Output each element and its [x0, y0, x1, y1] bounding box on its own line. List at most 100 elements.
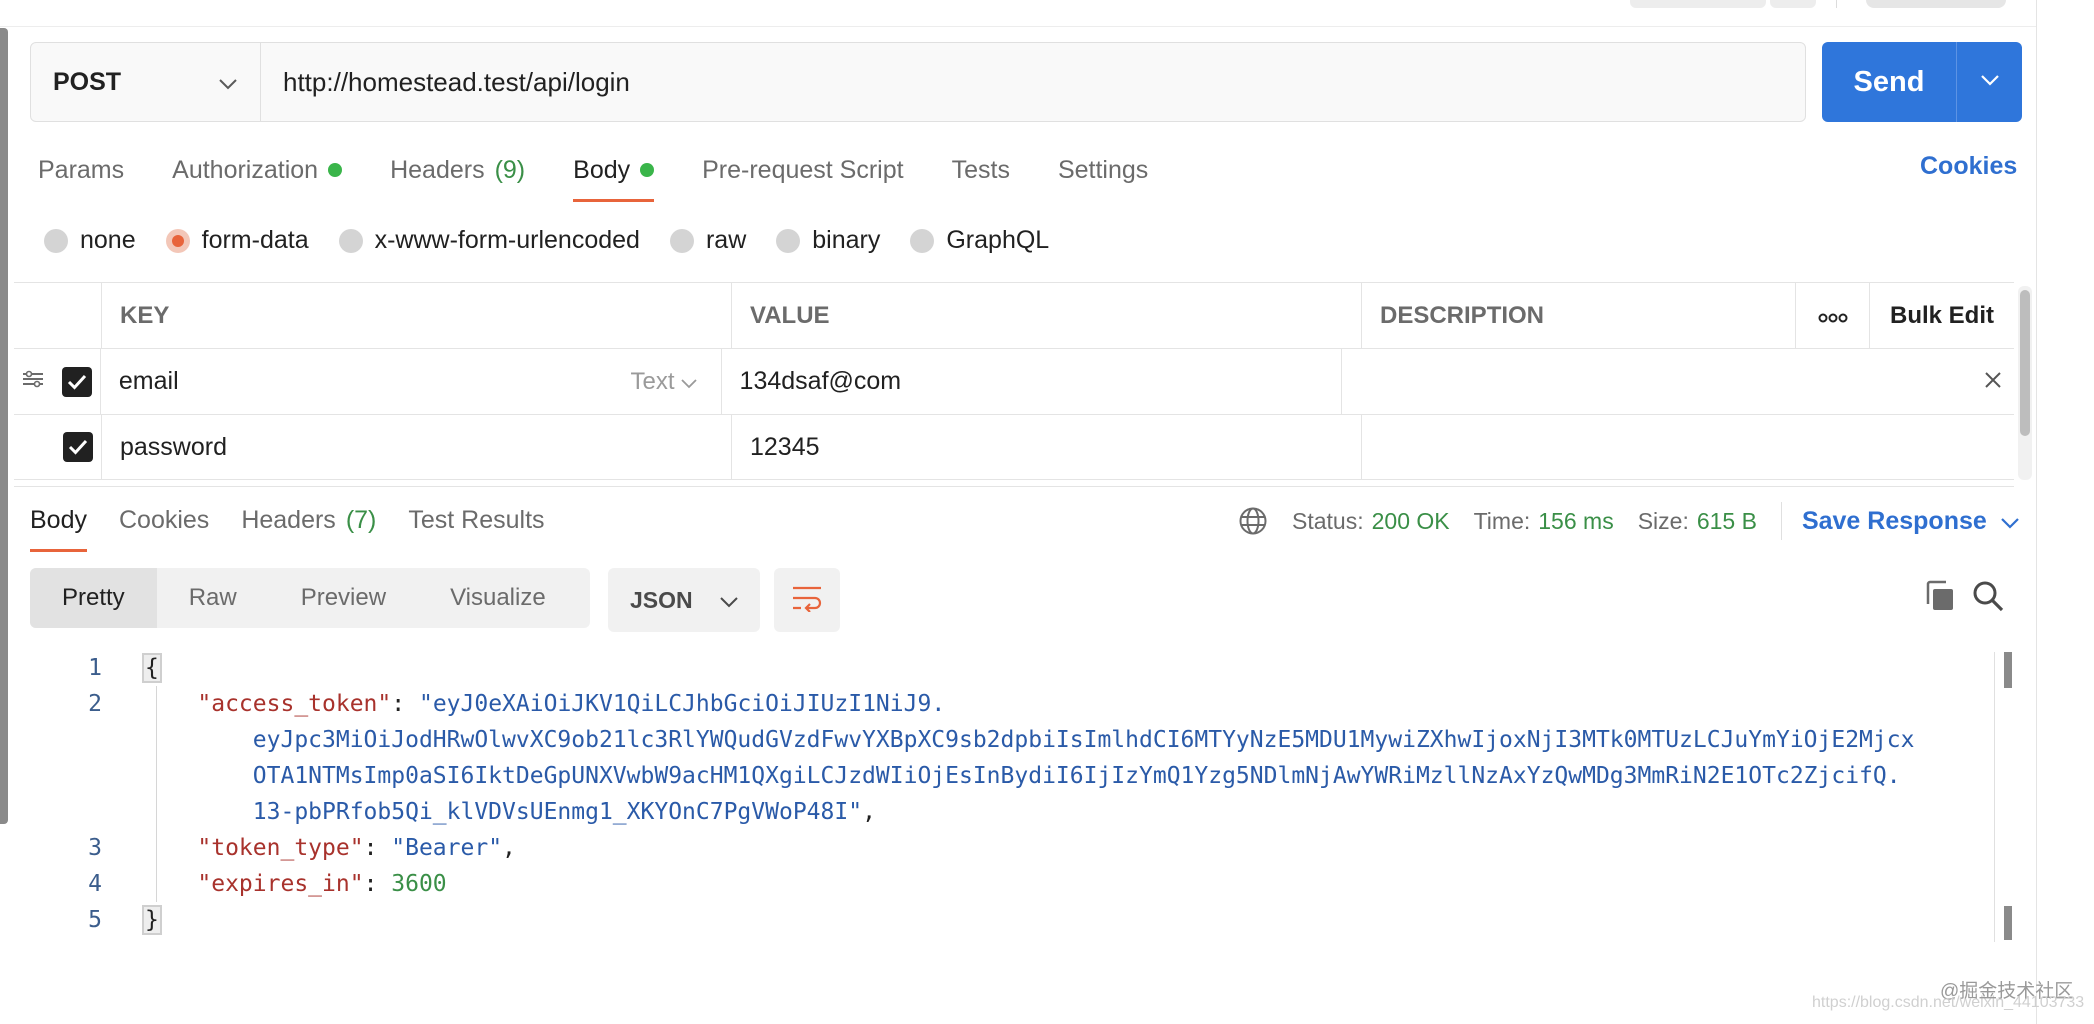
radio-icon — [44, 228, 68, 253]
view-mode-visualize[interactable]: Visualize — [418, 568, 578, 628]
json-string: 13-pbPRfob5Qi_klVDVsUEnmg1_XKYOnC7PgVWoP… — [252, 799, 863, 825]
table-row: email Text 134dsaf@com — [14, 349, 2014, 415]
request-url-bar: POST http://homestead.test/api/login — [30, 42, 1806, 122]
view-mode-raw[interactable]: Raw — [157, 568, 269, 628]
key-cell[interactable]: email Text — [101, 349, 722, 414]
view-mode-preview[interactable]: Preview — [269, 568, 418, 628]
option-label: GraphQL — [946, 226, 1050, 254]
toolbar-button-remnant[interactable] — [1630, 0, 1766, 8]
code-lines: { "access_token": "eyJ0eXAiOiJKV1QiLCJhb… — [142, 650, 2002, 938]
status-dot — [328, 163, 343, 177]
globe-icon[interactable] — [1238, 506, 1268, 536]
table-scrollbar[interactable] — [2020, 290, 2030, 436]
body-type-binary[interactable]: binary — [776, 226, 880, 255]
tab-label: Body — [573, 155, 631, 184]
tab-authorization[interactable]: Authorization — [172, 150, 343, 190]
close-icon — [1984, 367, 2002, 396]
delete-row-button[interactable] — [1984, 349, 2014, 414]
code-line: "token_type": "Bearer", — [197, 835, 516, 861]
radio-icon — [910, 228, 935, 253]
column-header-value: VALUE — [732, 283, 1362, 348]
view-mode-pretty[interactable]: Pretty — [30, 568, 157, 628]
tab-response-headers[interactable]: Headers (7) — [241, 502, 376, 538]
body-type-none[interactable]: none — [44, 226, 136, 255]
body-type-graphql[interactable]: GraphQL — [910, 226, 1049, 255]
radio-icon — [338, 228, 363, 253]
save-response-label: Save Response — [1801, 506, 1987, 535]
send-button[interactable]: Send — [1822, 42, 1957, 122]
code-line: "expires_in": 3600 — [197, 871, 447, 897]
wrap-lines-button[interactable] — [774, 568, 840, 632]
tab-headers[interactable]: Headers (9) — [390, 150, 525, 190]
tab-label: Body — [30, 505, 87, 534]
method-select[interactable]: POST — [31, 43, 261, 121]
line-number: 4 — [88, 871, 102, 897]
key-cell[interactable]: password — [102, 415, 732, 479]
toolbar-button-remnant[interactable] — [1770, 0, 1816, 8]
tab-pre-request-script[interactable]: Pre-request Script — [702, 150, 903, 190]
chevron-down-icon — [680, 368, 697, 396]
send-options-button[interactable] — [1957, 42, 2022, 122]
request-tabs: Params Authorization Headers (9) Body Pre… — [38, 150, 1196, 202]
tab-label: Settings — [1057, 155, 1149, 184]
more-options-button[interactable] — [1796, 283, 1870, 348]
left-scrollbar[interactable] — [0, 28, 8, 824]
description-cell[interactable] — [1362, 415, 2014, 479]
bulk-edit-button[interactable]: Bulk Edit — [1870, 283, 2014, 348]
option-label: form-data — [201, 226, 309, 254]
tab-tests[interactable]: Tests — [952, 150, 1010, 190]
tab-settings[interactable]: Settings — [1058, 150, 1148, 190]
format-select[interactable]: JSON — [608, 568, 760, 632]
tab-label: Headers — [241, 505, 336, 534]
json-string: eyJpc3MiOiJodHRwOlwvXC9ob21lc3RlYWQudGVz… — [252, 727, 1915, 753]
tab-body[interactable]: Body — [573, 150, 655, 202]
row-enabled-checkbox[interactable] — [61, 366, 92, 397]
tab-test-results[interactable]: Test Results — [408, 502, 544, 538]
value-cell[interactable]: 12345 — [732, 415, 1362, 479]
copy-icon[interactable] — [1924, 580, 1956, 617]
url-input[interactable]: http://homestead.test/api/login — [261, 43, 1805, 121]
column-header-description: DESCRIPTION — [1362, 283, 1796, 348]
code-line: { — [142, 650, 2002, 686]
value-cell[interactable]: 134dsaf@com — [722, 349, 1343, 414]
top-toolbar-remnant — [0, 0, 2036, 27]
key-type-select[interactable]: Text — [631, 368, 697, 396]
line-number — [14, 758, 102, 794]
body-type-raw[interactable]: raw — [669, 226, 746, 255]
type-label: Text — [630, 367, 675, 395]
body-type-urlencoded[interactable]: x-www-form-urlencoded — [338, 226, 640, 255]
line-number: 5 — [88, 907, 102, 933]
line-number: 3 — [88, 835, 102, 861]
option-label: none — [80, 226, 136, 254]
radio-icon — [776, 228, 801, 253]
tab-response-cookies[interactable]: Cookies — [119, 502, 209, 538]
code-line: "access_token": "eyJ0eXAiOiJKV1QiLCJhbGc… — [197, 691, 946, 717]
tab-params[interactable]: Params — [38, 150, 124, 190]
close-brace: } — [142, 905, 162, 935]
save-response-button[interactable]: Save Response — [1802, 507, 2019, 536]
cookies-link[interactable]: Cookies — [1920, 152, 2017, 181]
tab-label: Tests — [951, 155, 1010, 184]
body-type-form-data[interactable]: form-data — [165, 226, 309, 255]
chevron-down-icon — [218, 68, 238, 97]
code-scrollbar-top[interactable] — [2004, 652, 2012, 688]
tab-label: Pre-request Script — [702, 155, 904, 184]
row-enabled-checkbox[interactable] — [63, 432, 93, 462]
drag-handle-icon[interactable] — [22, 367, 44, 396]
size-value: 615 B — [1696, 507, 1757, 534]
tab-count: (7) — [345, 505, 377, 534]
search-icon[interactable] — [1972, 580, 2004, 617]
radio-icon — [669, 228, 694, 253]
response-code-viewer[interactable]: 1 2 3 4 5 { "access_token": "eyJ0eXAiOiJ… — [14, 650, 1994, 950]
response-status-bar: Status: 200 OK Time: 156 ms Size: 615 B … — [1238, 502, 2019, 540]
tab-label: Test Results — [408, 505, 545, 534]
description-cell[interactable] — [1342, 349, 1984, 414]
tab-response-body[interactable]: Body — [30, 502, 87, 552]
header-spacer — [14, 283, 102, 348]
table-row: password 12345 — [14, 415, 2014, 480]
table-header-row: KEY VALUE DESCRIPTION Bulk Edit — [14, 282, 2014, 349]
toolbar-toggle-remnant[interactable] — [1866, 0, 2006, 8]
code-line: 13-pbPRfob5Qi_klVDVsUEnmg1_XKYOnC7PgVWoP… — [252, 799, 876, 825]
code-scrollbar-bottom[interactable] — [2004, 906, 2012, 940]
size-label: Size: — [1637, 507, 1689, 534]
